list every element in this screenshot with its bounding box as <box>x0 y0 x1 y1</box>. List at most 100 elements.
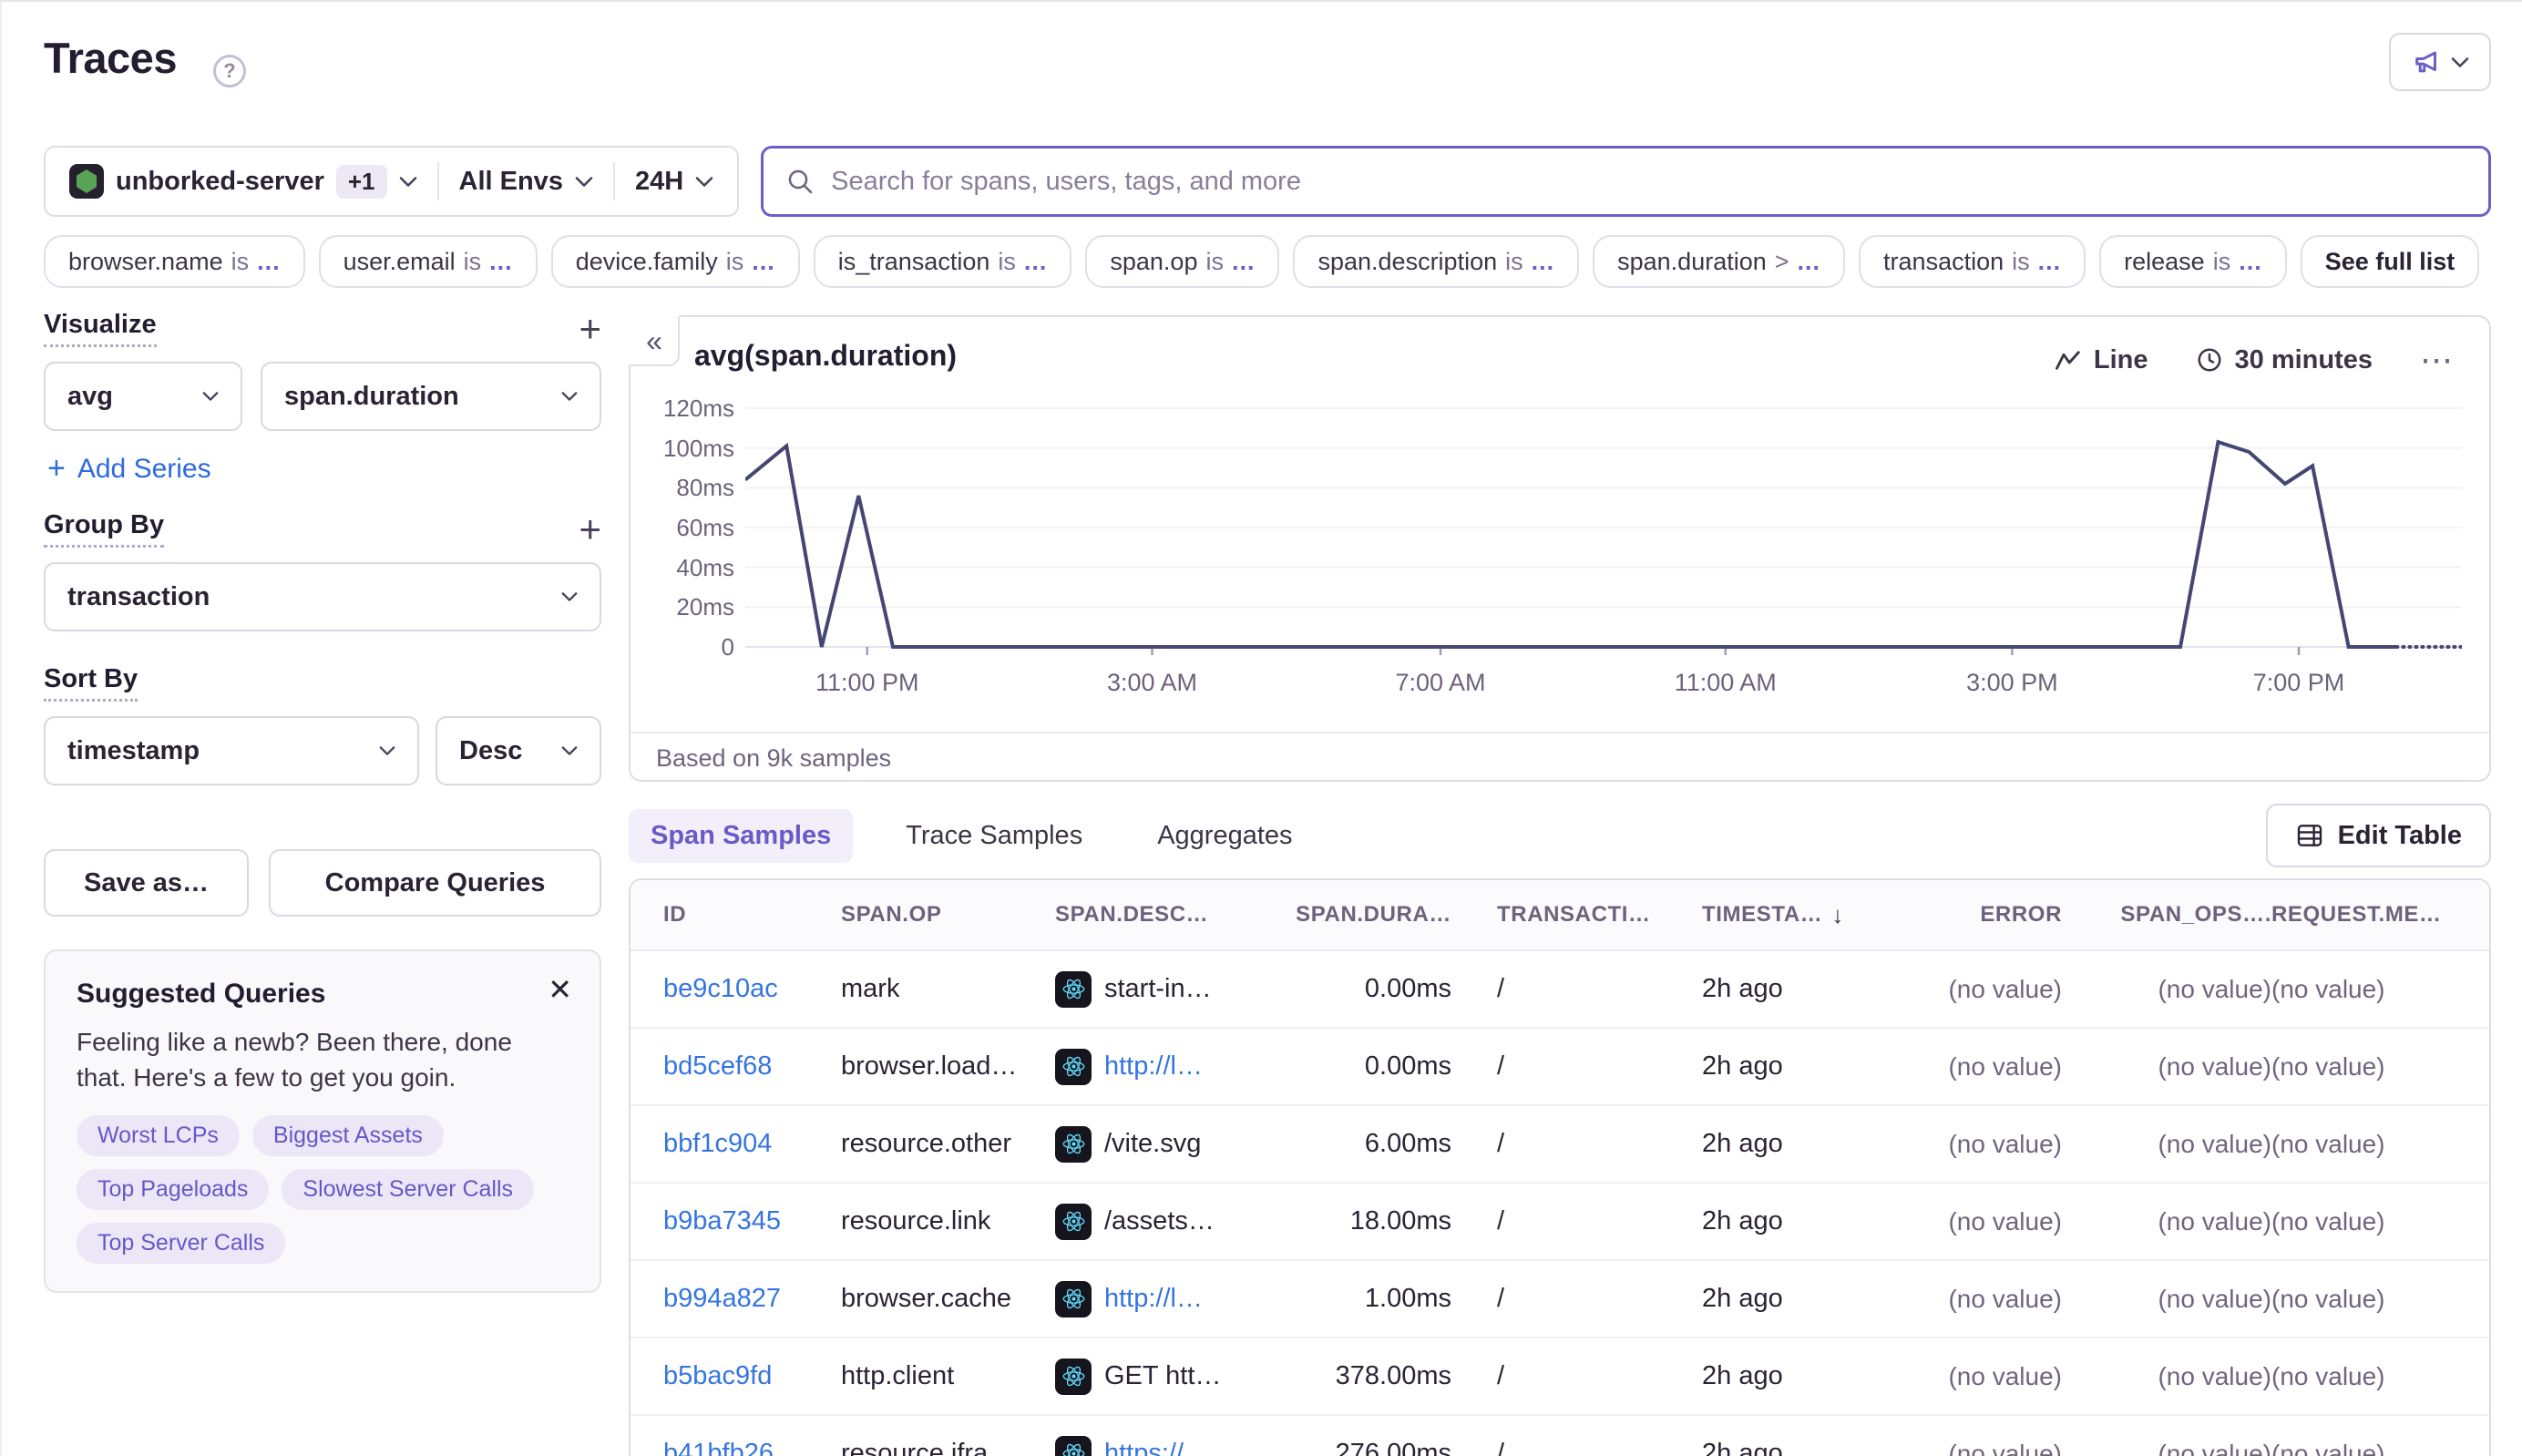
column-header-request-method[interactable]: REQUEST.ME… <box>2271 902 2462 928</box>
cell-timestamp: 2h ago <box>1702 974 1925 1004</box>
table-row: be9c10acmarkstart-in…0.00ms/2h ago(no va… <box>630 951 2489 1029</box>
time-range-selector[interactable]: 24H <box>635 167 713 197</box>
filter-chip[interactable]: user.emailis... <box>319 235 538 288</box>
cell-duration: 0.00ms <box>1278 974 1451 1004</box>
cell-span-op: http.client <box>841 1361 1055 1391</box>
suggested-query-pill[interactable]: Slowest Server Calls <box>282 1169 534 1210</box>
span-description-text[interactable]: http://l… <box>1104 1051 1203 1082</box>
cell-id: be9c10ac <box>663 974 841 1004</box>
sort-direction-select[interactable]: Desc <box>436 716 601 785</box>
x-axis-labels: 11:00 PM3:00 AM7:00 AM11:00 AM3:00 PM7:0… <box>745 669 2462 705</box>
timestamp-value: 2h ago <box>1702 974 1783 1004</box>
save-as-button[interactable]: Save as… <box>44 849 249 917</box>
cell-id: b9ba7345 <box>663 1206 841 1236</box>
y-axis-tick-label: 80ms <box>654 474 734 501</box>
span-id-link[interactable]: b41bfb26 <box>663 1439 774 1456</box>
interval-selector[interactable]: 30 minutes <box>2196 345 2373 375</box>
span-description-text[interactable]: https://… <box>1104 1439 1210 1456</box>
help-icon[interactable]: ? <box>213 55 246 87</box>
cell-error: (no value) <box>1925 1207 2062 1236</box>
chip-key: user.email <box>343 248 456 276</box>
cell-transaction: / <box>1451 1206 1702 1236</box>
environment-selector[interactable]: All Envs <box>459 167 593 197</box>
cell-error: (no value) <box>1925 1440 2062 1456</box>
whats-new-button[interactable] <box>2389 33 2491 91</box>
see-full-list-button[interactable]: See full list <box>2301 235 2480 288</box>
column-header-span-ops[interactable]: SPAN_OPS…. <box>2062 902 2271 928</box>
suggested-query-pill[interactable]: Biggest Assets <box>252 1115 444 1156</box>
column-header-id[interactable]: ID <box>663 902 841 928</box>
group-by-value: transaction <box>67 582 210 612</box>
field-select[interactable]: span.duration <box>261 362 601 431</box>
cell-id: bbf1c904 <box>663 1129 841 1159</box>
cell-request-method: (no value) <box>2271 975 2462 1004</box>
column-header-transaction[interactable]: TRANSACTI… <box>1451 902 1702 928</box>
span-id-link[interactable]: b9ba7345 <box>663 1206 781 1236</box>
suggested-query-pill[interactable]: Top Pageloads <box>77 1169 269 1210</box>
column-header-span-description[interactable]: SPAN.DESC… <box>1055 902 1278 928</box>
sort-field-select[interactable]: timestamp <box>44 716 419 785</box>
suggested-query-pill[interactable]: Worst LCPs <box>77 1115 240 1156</box>
chip-ellipsis: ... <box>1024 248 1048 276</box>
project-selector[interactable]: unborked-server +1 <box>69 164 417 199</box>
cell-span-ops: (no value) <box>2062 1052 2271 1082</box>
page-title: Traces <box>44 33 177 83</box>
search-icon <box>785 167 815 196</box>
span-samples-table: IDSPAN.OPSPAN.DESC…SPAN.DURA… TRANSACTI… T… <box>629 878 2491 1456</box>
column-header-span-op[interactable]: SPAN.OP <box>841 902 1055 928</box>
column-label: TRANSACTI… <box>1497 902 1651 928</box>
chart-more-options-button[interactable]: ⋯ <box>2420 341 2455 379</box>
add-series-button[interactable]: + Add Series <box>47 451 211 487</box>
timestamp-value: 2h ago <box>1702 1206 1783 1236</box>
span-id-link[interactable]: be9c10ac <box>663 974 778 1003</box>
span-description-text[interactable]: http://l… <box>1104 1284 1203 1314</box>
column-header-span-duration[interactable]: SPAN.DURA… <box>1278 902 1451 928</box>
clock-icon <box>2196 346 2223 374</box>
series-line <box>745 442 2396 647</box>
chip-key: transaction <box>1883 248 2004 276</box>
collapse-sidebar-button[interactable]: « <box>629 315 680 366</box>
cell-request-method: (no value) <box>2271 1130 2462 1159</box>
span-id-link[interactable]: bbf1c904 <box>663 1129 772 1158</box>
chart-type-toggle[interactable]: Line <box>2055 345 2148 375</box>
edit-table-button[interactable]: Edit Table <box>2266 804 2491 867</box>
column-label: ERROR <box>1980 902 2062 928</box>
suggested-query-pill[interactable]: Top Server Calls <box>77 1223 285 1264</box>
span-id-link[interactable]: b994a827 <box>663 1284 781 1313</box>
time-range-value: 24H <box>635 167 683 197</box>
cell-request-method: (no value) <box>2271 1052 2462 1082</box>
cell-duration: 1.00ms <box>1278 1284 1451 1314</box>
span-id-link[interactable]: b5bac9fd <box>663 1361 772 1390</box>
environment-value: All Envs <box>459 167 563 197</box>
aggregate-select[interactable]: avg <box>44 362 242 431</box>
tab-trace-samples[interactable]: Trace Samples <box>884 809 1104 863</box>
x-axis-tick-label: 11:00 PM <box>815 669 919 697</box>
filter-chip[interactable]: span.descriptionis... <box>1293 235 1579 288</box>
column-header-timestamp[interactable]: TIMESTA…↓ <box>1702 901 1925 929</box>
filter-chip[interactable]: is_transactionis... <box>814 235 1072 288</box>
chip-key: span.op <box>1110 248 1197 276</box>
filter-chip[interactable]: device.familyis... <box>551 235 800 288</box>
search-input[interactable] <box>831 167 2466 197</box>
filter-chip[interactable]: browser.nameis... <box>44 235 305 288</box>
add-visualize-button[interactable]: + <box>579 313 601 345</box>
compare-queries-button[interactable]: Compare Queries <box>269 849 601 917</box>
column-header-error[interactable]: ERROR <box>1925 902 2062 928</box>
filter-chip[interactable]: span.opis... <box>1085 235 1279 288</box>
cell-timestamp: 2h ago <box>1702 1284 1925 1314</box>
filter-chip[interactable]: transactionis... <box>1859 235 2086 288</box>
cell-error: (no value) <box>1925 975 2062 1004</box>
close-icon[interactable]: ✕ <box>548 975 572 1004</box>
tab-aggregates[interactable]: Aggregates <box>1135 809 1314 863</box>
react-icon <box>1055 1049 1092 1085</box>
filter-chip[interactable]: releaseis... <box>2099 235 2287 288</box>
add-group-by-button[interactable]: + <box>579 513 601 546</box>
span-description-text: start-in… <box>1104 974 1212 1004</box>
span-id-link[interactable]: bd5cef68 <box>663 1051 772 1081</box>
cell-span-ops: (no value) <box>2062 1285 2271 1314</box>
y-axis-tick-label: 40ms <box>654 554 734 581</box>
filter-chip[interactable]: span.duration>... <box>1593 235 1845 288</box>
suggested-queries-card: Suggested Queries ✕ Feeling like a newb?… <box>44 949 601 1293</box>
group-by-select[interactable]: transaction <box>44 562 601 631</box>
tab-span-samples[interactable]: Span Samples <box>629 809 853 863</box>
